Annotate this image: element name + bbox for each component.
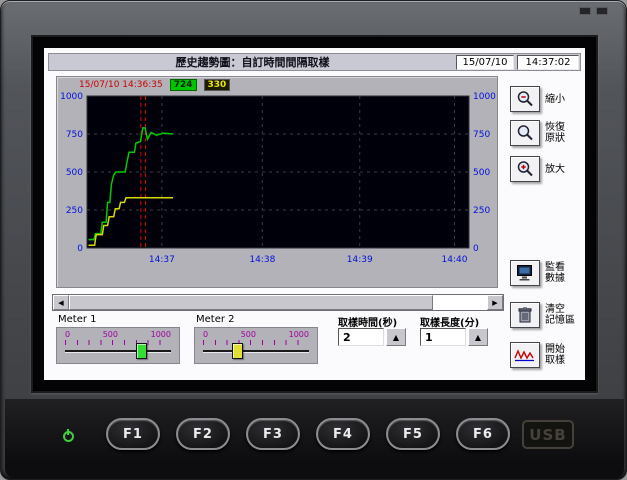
meter1-label: Meter 1 <box>58 314 97 325</box>
panel-port-icons <box>579 7 608 15</box>
fkey-f3[interactable]: F3 <box>246 418 300 450</box>
svg-text:750: 750 <box>66 130 83 140</box>
magnifier-minus-icon <box>510 86 540 112</box>
meter2-handle[interactable] <box>232 343 243 359</box>
sampling-time-label: 取樣時間(秒) <box>338 314 397 329</box>
fkey-f6[interactable]: F6 <box>456 418 510 450</box>
title-bar: 歷史趨勢圖：自訂時間間隔取樣 15/07/10 14:37:02 <box>48 53 581 71</box>
screen: 歷史趨勢圖：自訂時間間隔取樣 15/07/10 14:37:02 15/07/1… <box>31 35 598 393</box>
svg-text:14:39: 14:39 <box>347 255 373 265</box>
port-icon <box>579 7 591 15</box>
time-display: 14:37:02 <box>517 55 579 70</box>
scroll-left-button[interactable]: ◀ <box>53 295 69 310</box>
power-led-icon <box>63 431 74 442</box>
port-icon <box>596 7 608 15</box>
magnifier-plus-icon <box>510 156 540 182</box>
trend-plot[interactable]: 0 0 250 250 500 500 750 750 1000 1000 14:37 14:38 14… <box>57 91 497 287</box>
watch-data-button[interactable]: 監看數據 <box>510 260 565 286</box>
monitor-icon <box>510 260 540 286</box>
meter1-handle[interactable] <box>136 343 147 359</box>
meter2-track <box>203 350 309 353</box>
svg-text:1000: 1000 <box>473 92 496 102</box>
trash-icon <box>510 302 540 328</box>
svg-text:1000: 1000 <box>60 92 83 102</box>
clear-memory-button[interactable]: 清空記憶區 <box>510 302 575 328</box>
sampling-length-value[interactable]: 1 <box>420 328 466 346</box>
fkey-f2[interactable]: F2 <box>176 418 230 450</box>
page-title: 歷史趨勢圖：自訂時間間隔取樣 <box>49 54 456 70</box>
trend-legend: 15/07/10 14:36:35 724 330 <box>79 79 230 91</box>
usb-port-label: USB <box>522 420 574 449</box>
sampling-time-control: 2 ▲ <box>338 328 406 346</box>
svg-text:14:38: 14:38 <box>249 255 275 265</box>
meter1-value-badge: 724 <box>170 79 197 91</box>
meter1-slider: 0 500 1000 <box>56 327 180 364</box>
fkey-f5[interactable]: F5 <box>386 418 440 450</box>
scrollbar-track[interactable] <box>69 295 487 310</box>
magnifier-icon <box>510 120 540 146</box>
fkey-f4[interactable]: F4 <box>316 418 370 450</box>
cursor-timestamp: 15/07/10 14:36:35 <box>79 80 163 90</box>
trend-chart-panel: 15/07/10 14:36:35 724 330 0 0 250 250 500 500… <box>56 76 498 288</box>
sampling-length-up-button[interactable]: ▲ <box>468 328 488 346</box>
sampling-time-up-button[interactable]: ▲ <box>386 328 406 346</box>
meter2-tick-marks <box>203 340 309 345</box>
meter2-value-badge: 330 <box>204 79 231 91</box>
zoom-out-button[interactable]: 縮小 <box>510 86 565 112</box>
svg-text:750: 750 <box>473 130 490 140</box>
scroll-right-button[interactable]: ▶ <box>487 295 503 310</box>
start-sampling-button[interactable]: 開始取樣 <box>510 342 565 368</box>
meter2-scale: 0 500 1000 <box>203 330 309 339</box>
fkey-f1[interactable]: F1 <box>106 418 160 450</box>
hmi-device: 歷史趨勢圖：自訂時間間隔取樣 15/07/10 14:37:02 15/07/1… <box>0 0 627 480</box>
zoom-in-button[interactable]: 放大 <box>510 156 565 182</box>
meter1-track <box>65 350 171 353</box>
display: 歷史趨勢圖：自訂時間間隔取樣 15/07/10 14:37:02 15/07/1… <box>44 48 585 380</box>
meter2-slider: 0 500 1000 <box>194 327 318 364</box>
date-display: 15/07/10 <box>456 55 514 70</box>
chart-scrollbar[interactable]: ◀ ▶ <box>52 294 504 311</box>
restore-view-button[interactable]: 恢復原狀 <box>510 120 565 146</box>
svg-text:500: 500 <box>66 168 83 178</box>
scrollbar-thumb[interactable] <box>69 295 433 310</box>
meter1-tick-marks <box>65 340 171 345</box>
sampling-time-value[interactable]: 2 <box>338 328 384 346</box>
svg-text:250: 250 <box>66 206 83 216</box>
waveform-icon <box>510 342 540 368</box>
meter1-scale: 0 500 1000 <box>65 330 171 339</box>
svg-text:14:37: 14:37 <box>149 255 175 265</box>
sampling-length-label: 取樣長度(分) <box>420 314 479 329</box>
svg-text:0: 0 <box>473 244 479 254</box>
meter2-label: Meter 2 <box>196 314 235 325</box>
svg-text:500: 500 <box>473 168 490 178</box>
svg-text:0: 0 <box>77 244 83 254</box>
sampling-length-control: 1 ▲ <box>420 328 488 346</box>
svg-text:250: 250 <box>473 206 490 216</box>
svg-text:14:40: 14:40 <box>442 255 468 265</box>
